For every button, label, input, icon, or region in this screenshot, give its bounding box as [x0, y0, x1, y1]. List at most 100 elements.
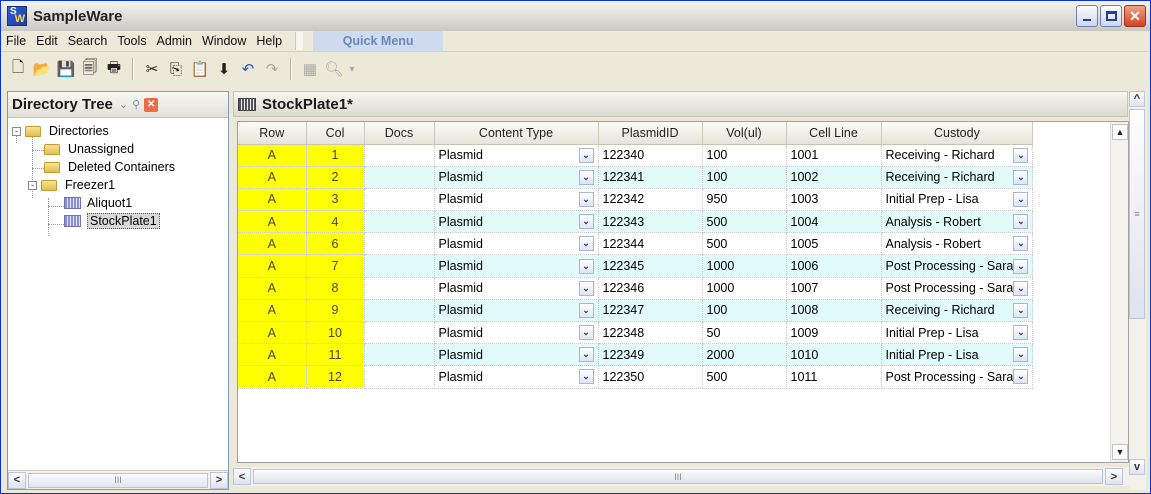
cell-col[interactable]: 10: [306, 321, 365, 345]
menu-admin[interactable]: Admin: [152, 34, 197, 48]
cell-custody[interactable]: Analysis - Robert ⌄: [881, 210, 1034, 234]
chevron-down-icon[interactable]: ⌄: [1013, 302, 1029, 318]
cell-col[interactable]: 9: [306, 299, 365, 323]
tree-item-unassigned[interactable]: Unassigned: [8, 140, 228, 158]
cell-cell-line[interactable]: 1007: [786, 277, 882, 300]
cell-row[interactable]: A: [238, 144, 307, 167]
cell-vol[interactable]: 500: [702, 365, 787, 389]
cell-vol[interactable]: 100: [702, 299, 787, 323]
maximize-button[interactable]: [1100, 5, 1122, 27]
cell-content-type[interactable]: Plasmid ⌄: [434, 277, 599, 300]
cell-plasmidid[interactable]: 122345: [598, 254, 703, 278]
collapse-icon[interactable]: -: [28, 180, 37, 190]
tree-item-deleted-containers[interactable]: Deleted Containers: [8, 158, 228, 176]
chevron-down-icon[interactable]: ⌄: [578, 191, 594, 207]
cell-plasmidid[interactable]: 122347: [598, 299, 703, 323]
tree-item-stockplate1[interactable]: StockPlate1: [8, 212, 228, 230]
cell-docs[interactable]: [364, 144, 435, 167]
tree-item-aliquot1[interactable]: Aliquot1: [8, 194, 228, 212]
tree-item-freezer1[interactable]: - Freezer1: [8, 176, 228, 194]
cell-content-type[interactable]: Plasmid ⌄: [434, 299, 599, 323]
cell-vol[interactable]: 950: [702, 188, 787, 212]
cell-content-type[interactable]: Plasmid ⌄: [434, 166, 599, 189]
cell-cell-line[interactable]: 1011: [786, 365, 882, 389]
cell-row[interactable]: A: [238, 166, 307, 189]
table-row[interactable]: A 8 Plasmid ⌄ 122346 1000 1007 Post Processing …: [238, 277, 1034, 300]
cell-row[interactable]: A: [238, 321, 307, 345]
tree-horizontal-scrollbar[interactable]: < III >: [8, 470, 228, 489]
cell-cell-line[interactable]: 1005: [786, 232, 882, 256]
chevron-down-icon[interactable]: ⌄: [578, 347, 594, 363]
cell-cell-line[interactable]: 1002: [786, 166, 882, 189]
col-header-plasmidid[interactable]: PlasmidID: [598, 122, 703, 145]
col-header-custody[interactable]: Custody: [881, 122, 1034, 145]
cell-docs[interactable]: [364, 299, 435, 323]
grid-vertical-scrollbar[interactable]: ▲ ▼: [1110, 122, 1128, 462]
cell-row[interactable]: A: [238, 365, 307, 389]
cell-custody[interactable]: Post Processing - Sara ⌄: [881, 277, 1034, 300]
cell-docs[interactable]: [364, 365, 435, 389]
cell-vol[interactable]: 1000: [702, 254, 787, 278]
cell-row[interactable]: A: [238, 343, 307, 367]
table-row[interactable]: A 11 Plasmid ⌄ 122349 2000 1010 Initial Prep - …: [238, 343, 1034, 367]
cell-row[interactable]: A: [238, 188, 307, 212]
cell-docs[interactable]: [364, 343, 435, 367]
cell-docs[interactable]: [364, 277, 435, 300]
cell-custody[interactable]: Initial Prep - Lisa ⌄: [881, 188, 1034, 212]
chevron-down-icon[interactable]: ▾: [347, 58, 357, 80]
chevron-down-icon[interactable]: ⌄: [1013, 169, 1029, 185]
grid-horizontal-scrollbar[interactable]: < III >: [233, 467, 1129, 486]
cell-content-type[interactable]: Plasmid ⌄: [434, 232, 599, 256]
cell-plasmidid[interactable]: 122344: [598, 232, 703, 256]
cell-vol[interactable]: 500: [702, 232, 787, 256]
title-bar[interactable]: S W SampleWare ✕: [1, 1, 1150, 31]
scroll-up-icon[interactable]: ^: [1129, 91, 1145, 107]
chevron-down-icon[interactable]: ⌄: [1013, 369, 1029, 385]
cell-col[interactable]: 8: [306, 277, 365, 300]
cell-content-type[interactable]: Plasmid ⌄: [434, 321, 599, 345]
menu-file[interactable]: File: [1, 34, 31, 48]
redo-icon[interactable]: ↷: [261, 58, 283, 80]
open-folder-icon[interactable]: 📂: [31, 58, 53, 80]
chevron-down-icon[interactable]: ⌄: [578, 369, 594, 385]
chevron-down-icon[interactable]: ⌄: [578, 214, 594, 230]
chevron-down-icon[interactable]: ⌄: [1013, 325, 1029, 341]
cell-row[interactable]: A: [238, 254, 307, 278]
chevron-down-icon[interactable]: ⌄: [578, 147, 594, 163]
cell-cell-line[interactable]: 1004: [786, 210, 882, 234]
cell-docs[interactable]: [364, 254, 435, 278]
cell-content-type[interactable]: Plasmid ⌄: [434, 343, 599, 367]
table-row[interactable]: A 9 Plasmid ⌄ 122347 100 1008 Receiving - Richa…: [238, 299, 1034, 323]
cell-plasmidid[interactable]: 122340: [598, 144, 703, 167]
cell-custody[interactable]: Receiving - Richard ⌄: [881, 166, 1034, 189]
col-header-cell-line[interactable]: Cell Line: [786, 122, 882, 145]
pane-close-icon[interactable]: ✕: [144, 97, 159, 112]
scroll-left-icon[interactable]: <: [233, 468, 251, 485]
chevron-down-icon[interactable]: ⌄: [578, 280, 594, 296]
table-row[interactable]: A 2 Plasmid ⌄ 122341 100 1002 Receiving - Richa…: [238, 166, 1034, 189]
col-header-row[interactable]: Row: [238, 122, 307, 145]
cell-row[interactable]: A: [238, 210, 307, 234]
col-header-docs[interactable]: Docs: [364, 122, 435, 145]
cell-cell-line[interactable]: 1009: [786, 321, 882, 345]
cell-docs[interactable]: [364, 210, 435, 234]
cut-icon[interactable]: ✂: [141, 58, 163, 80]
cell-docs[interactable]: [364, 232, 435, 256]
menu-help[interactable]: Help: [251, 34, 287, 48]
cell-vol[interactable]: 1000: [702, 277, 787, 300]
new-icon[interactable]: 🗋: [7, 58, 29, 80]
chevron-down-icon[interactable]: ⌄: [578, 302, 594, 318]
cell-cell-line[interactable]: 1006: [786, 254, 882, 278]
cell-col[interactable]: 1: [306, 144, 365, 167]
cell-custody[interactable]: Receiving - Richard ⌄: [881, 144, 1034, 167]
cell-col[interactable]: 7: [306, 254, 365, 278]
plate-grid-icon[interactable]: ▦: [299, 58, 321, 80]
chevron-down-icon[interactable]: ⌄: [1013, 258, 1029, 274]
menu-tools[interactable]: Tools: [112, 34, 151, 48]
cell-col[interactable]: 6: [306, 232, 365, 256]
cell-vol[interactable]: 50: [702, 321, 787, 345]
cell-content-type[interactable]: Plasmid ⌄: [434, 188, 599, 212]
paste-icon[interactable]: 📋: [189, 58, 211, 80]
cell-content-type[interactable]: Plasmid ⌄: [434, 144, 599, 167]
cell-docs[interactable]: [364, 166, 435, 189]
